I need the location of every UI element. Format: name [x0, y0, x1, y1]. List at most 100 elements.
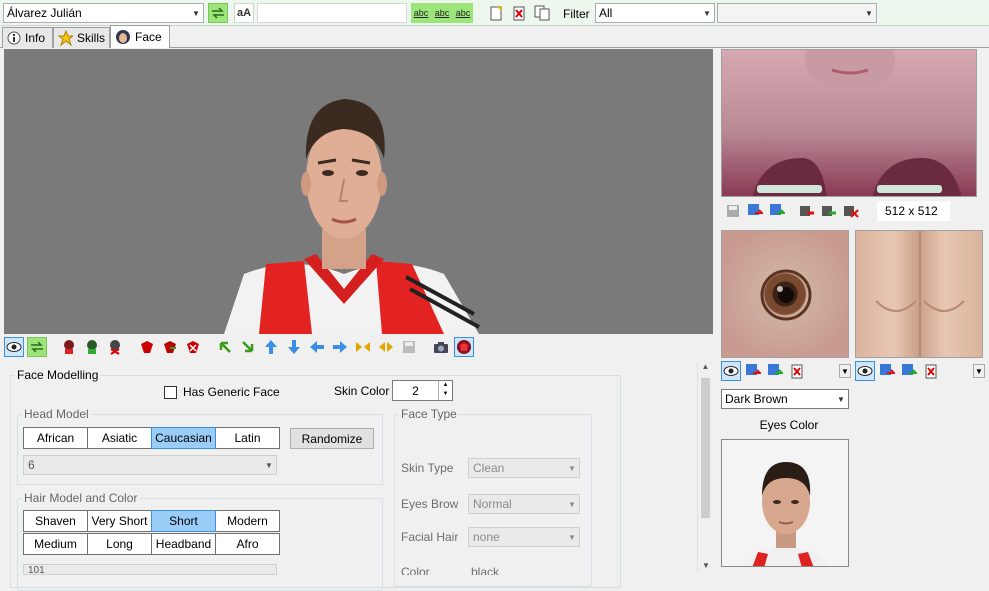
hair-afro-button[interactable]: Afro [215, 533, 280, 555]
move-up-left-button[interactable] [215, 337, 235, 357]
head-african-button[interactable]: African [23, 427, 88, 449]
move-up-button[interactable] [261, 337, 281, 357]
body-view-button[interactable] [855, 361, 875, 381]
remove-kit-button[interactable] [183, 337, 203, 357]
tab-face[interactable]: Face [110, 25, 170, 48]
skin-type-value: Clean [473, 461, 505, 475]
export-head-button[interactable] [82, 337, 102, 357]
hair-shaven-button[interactable]: Shaven [23, 510, 88, 532]
search-input[interactable] [257, 3, 407, 23]
swap-button[interactable] [208, 3, 228, 23]
eye-color-label: Eyes Color [759, 418, 819, 432]
scroll-down-icon[interactable]: ▼ [698, 561, 714, 570]
tab-info[interactable]: Info [2, 27, 53, 48]
player-portrait-image [743, 462, 829, 566]
scroll-thumb[interactable] [701, 378, 710, 518]
player-photo[interactable] [721, 439, 849, 567]
copy-file-button[interactable] [532, 3, 552, 23]
chevron-down-icon: ▼ [568, 463, 576, 473]
shrink-button[interactable] [353, 337, 373, 357]
eyes-brow-select[interactable]: Normal ▼ [468, 494, 580, 514]
stepper-arrows[interactable]: ▲ ▼ [438, 381, 452, 400]
eye-view-button[interactable] [721, 361, 741, 381]
skin-color-value: 2 [412, 383, 419, 398]
generic-face-checkbox[interactable] [164, 385, 177, 399]
abc-button-3[interactable]: abc [453, 3, 473, 23]
randomize-button[interactable]: Randomize [290, 428, 374, 449]
body-dropdown-icon[interactable]: ▼ [973, 364, 985, 378]
face-3d-viewport[interactable] [4, 49, 713, 334]
eye-delete-button[interactable] [787, 361, 807, 381]
texture-import-button[interactable] [745, 201, 765, 221]
player-select[interactable]: Álvarez Julián ▼ [3, 3, 204, 23]
head-model-select[interactable]: 6 ▼ [23, 455, 277, 475]
save-disabled-button[interactable] [399, 337, 419, 357]
chevron-down-icon: ▼ [865, 8, 873, 18]
face-texture-image [752, 50, 962, 196]
panel-scrollbar[interactable]: ▲ ▼ [697, 362, 713, 572]
eye-export-button[interactable] [765, 361, 785, 381]
swap-view-button[interactable] [27, 337, 47, 357]
remove-head-button[interactable] [105, 337, 125, 357]
hair-model-select[interactable]: 101 [23, 564, 277, 575]
hair-very-short-button[interactable]: Very Short [87, 510, 152, 532]
move-right-button[interactable] [330, 337, 350, 357]
body-export-button[interactable] [899, 361, 919, 381]
generic-face-checkbox-row[interactable]: Has Generic Face [164, 385, 280, 399]
import-kit-button[interactable] [137, 337, 157, 357]
head-asiatic-button[interactable]: Asiatic [87, 427, 152, 449]
expand-button[interactable] [376, 337, 396, 357]
kit-view-button[interactable] [454, 337, 474, 357]
secondary-select[interactable]: ▼ [717, 3, 877, 23]
hair-headband-button[interactable]: Headband [151, 533, 216, 555]
image-export-icon [770, 204, 785, 215]
body-texture-preview[interactable] [855, 230, 983, 358]
hair-modern-button[interactable]: Modern [215, 510, 280, 532]
scroll-up-icon[interactable]: ▲ [698, 362, 713, 376]
move-down-button[interactable] [284, 337, 304, 357]
abc-button-1[interactable]: abc [411, 3, 431, 23]
hair-long-button[interactable]: Long [87, 533, 152, 555]
texture-export-all-button[interactable] [819, 201, 839, 221]
face-texture-preview[interactable] [721, 49, 977, 197]
hair-medium-button[interactable]: Medium [23, 533, 88, 555]
skin-color-stepper[interactable]: 2 ▲ ▼ [392, 380, 453, 401]
texture-export-button[interactable] [767, 201, 787, 221]
body-delete-button[interactable] [921, 361, 941, 381]
toggle-view-button[interactable] [4, 337, 24, 357]
body-import-button[interactable] [877, 361, 897, 381]
export-kit-button[interactable] [160, 337, 180, 357]
facial-hair-select[interactable]: none ▼ [468, 527, 580, 547]
eye-texture-preview[interactable] [721, 230, 849, 358]
skin-type-select[interactable]: Clean ▼ [468, 458, 580, 478]
arrow-up-left-icon [219, 341, 231, 353]
head-latin-button[interactable]: Latin [215, 427, 280, 449]
filter-select[interactable]: All ▼ [595, 3, 715, 23]
shirt-icon [457, 340, 471, 354]
head-delete-icon [110, 340, 120, 355]
move-down-right-button[interactable] [238, 337, 258, 357]
move-left-button[interactable] [307, 337, 327, 357]
texture-import-all-button[interactable] [797, 201, 817, 221]
new-file-button[interactable] [486, 3, 506, 23]
chevron-down-icon: ▼ [192, 8, 200, 18]
texture-save-button[interactable] [723, 201, 743, 221]
head-caucasian-button[interactable]: Caucasian [151, 427, 216, 449]
tab-skills[interactable]: Skills [53, 27, 110, 48]
eye-color-select[interactable]: Dark Brown ▼ [721, 389, 849, 409]
stepper-down-icon[interactable]: ▼ [439, 390, 452, 399]
texture-delete-button[interactable] [841, 201, 861, 221]
hair-color-value[interactable]: black [471, 565, 499, 575]
eye-dropdown-icon[interactable]: ▼ [839, 364, 851, 378]
eye-import-button[interactable] [743, 361, 763, 381]
screenshot-button[interactable] [431, 337, 451, 357]
chevron-down-icon: ▼ [568, 499, 576, 509]
import-head-button[interactable] [59, 337, 79, 357]
abc-button-2[interactable]: abc [432, 3, 452, 23]
stepper-up-icon[interactable]: ▲ [439, 381, 452, 390]
info-icon [7, 31, 21, 45]
delete-file-button[interactable] [509, 3, 529, 23]
font-case-button[interactable]: aA [234, 3, 254, 23]
hair-model-legend: Hair Model and Color [24, 491, 138, 505]
hair-short-button[interactable]: Short [151, 510, 216, 532]
